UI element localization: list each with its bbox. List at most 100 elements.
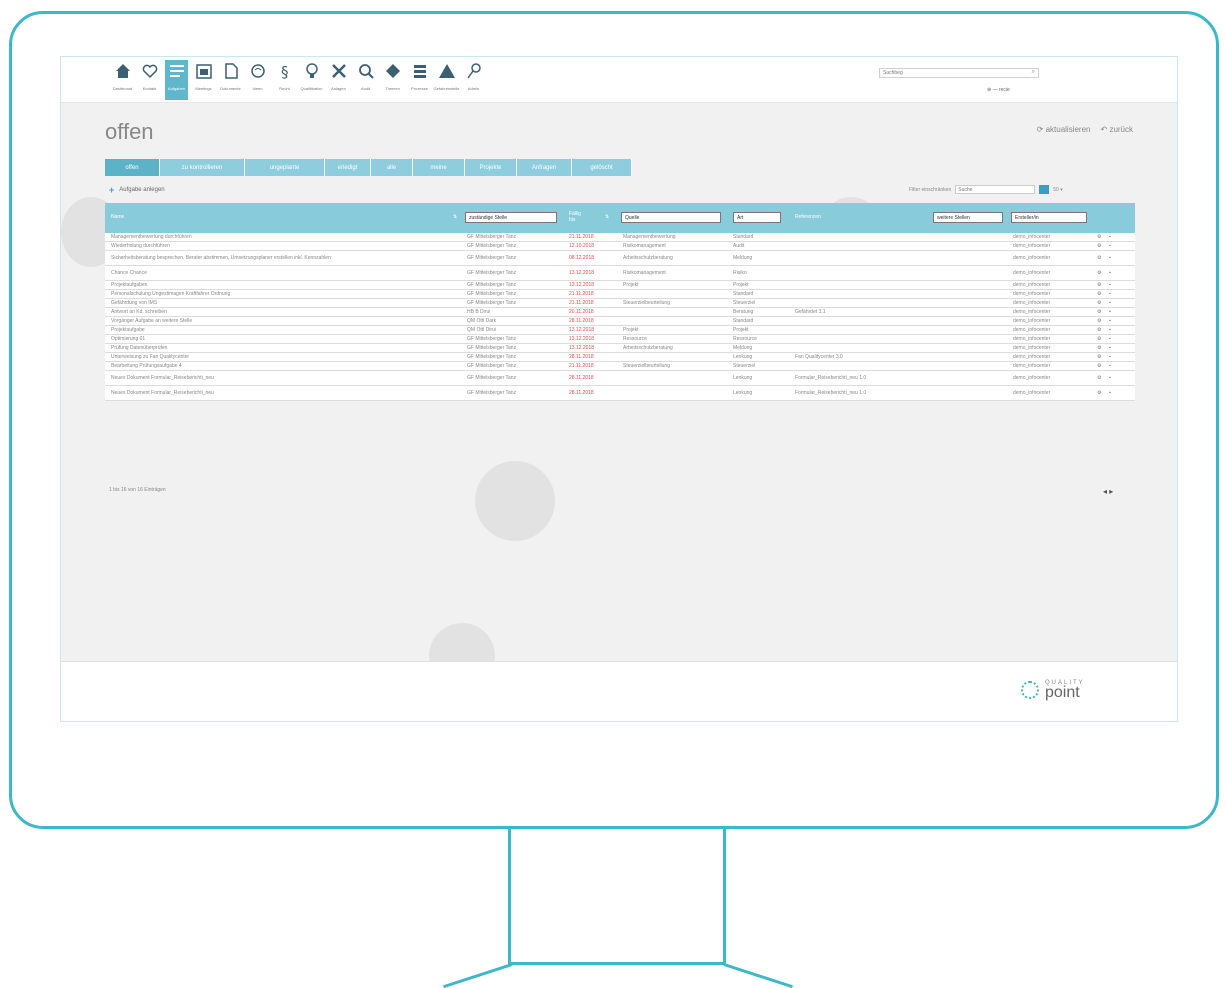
tab-ungeplante[interactable]: ungeplante <box>245 159 325 176</box>
nav-item-meetings[interactable]: Meetings <box>192 60 215 100</box>
edit-icon[interactable]: ⚙ <box>1097 270 1101 276</box>
table-row[interactable]: Wiederholung durchführen GF Mittelsberger… <box>105 242 1135 251</box>
edit-icon[interactable]: ⚙ <box>1097 327 1101 333</box>
cell-name[interactable]: Prüfung Datenüberprüfen <box>111 345 167 351</box>
cell-name[interactable]: Wiederholung durchführen <box>111 243 170 249</box>
edit-icon[interactable]: ⚙ <box>1097 363 1101 369</box>
edit-icon[interactable]: ⚙ <box>1097 354 1101 360</box>
table-row[interactable]: Projektaufgabe QM Ottl Dirui 13.12.2018 Pro… <box>105 326 1135 335</box>
back-button[interactable]: ↶ zurück <box>1101 125 1134 134</box>
delete-icon[interactable]: ▪ <box>1109 243 1111 249</box>
edit-icon[interactable]: ⚙ <box>1097 282 1101 288</box>
cell-name[interactable]: Sicherheitsberatung besprechen, Berater … <box>111 255 451 261</box>
cell-name[interactable]: Personalschulung Ungestimagen Kraftfahre… <box>111 291 230 297</box>
header-due[interactable]: Fällig bis <box>569 211 583 223</box>
nav-item-themen[interactable]: Themen <box>381 60 404 100</box>
cell-name[interactable]: Bearbeitung Prüfungsaufgabe 4 <box>111 363 182 369</box>
nav-item-admin[interactable]: Admin <box>462 60 485 100</box>
cell-name[interactable]: Optimierung 01 <box>111 336 145 342</box>
nav-item-gefahrenstelle[interactable]: Gefahrenstelle <box>434 60 460 100</box>
tab-projekte[interactable]: Projekte <box>465 159 517 176</box>
nav-item-prozesse[interactable]: Prozesse <box>408 60 431 100</box>
edit-icon[interactable]: ⚙ <box>1097 375 1101 381</box>
tab-alle[interactable]: alle <box>371 159 413 176</box>
delete-icon[interactable]: ▪ <box>1109 390 1111 396</box>
nav-item-recht[interactable]: § Recht <box>273 60 296 100</box>
cell-name[interactable]: Neues Dokument Formular_Reiseberichti_ne… <box>111 375 451 381</box>
tab-meine[interactable]: meine <box>413 159 465 176</box>
delete-icon[interactable]: ▪ <box>1109 255 1111 261</box>
sort-icon[interactable]: ⇅ <box>453 214 457 220</box>
table-row[interactable]: Managementbewertung durchführen GF Mittel… <box>105 233 1135 242</box>
table-row[interactable]: Personalschulung Ungestimagen Kraftfahre… <box>105 290 1135 299</box>
edit-icon[interactable]: ⚙ <box>1097 234 1101 240</box>
table-row[interactable]: Vorgänger Aufgabe an weitere Stelle QM Ot… <box>105 317 1135 326</box>
tab-zu-kontrollieren[interactable]: zu kontrollieren <box>160 159 245 176</box>
refresh-button[interactable]: ⟳ aktualisieren <box>1037 125 1091 134</box>
edit-icon[interactable]: ⚙ <box>1097 336 1101 342</box>
delete-icon[interactable]: ▪ <box>1109 291 1111 297</box>
nav-item-anlagen[interactable]: Anlagen <box>327 60 350 100</box>
table-row[interactable]: Optimierung 01 GF Mittelsberger Tanz 13.12… <box>105 335 1135 344</box>
edit-icon[interactable]: ⚙ <box>1097 345 1101 351</box>
sort-icon[interactable]: ⇅ <box>605 214 609 220</box>
page-size-select[interactable]: 50 ▾ <box>1053 187 1062 193</box>
nav-item-kontakt[interactable]: Kontakt <box>138 60 161 100</box>
table-row[interactable]: Unterweisung zu Fan Qualitycenter GF Mitt… <box>105 353 1135 362</box>
search-input[interactable]: Suchbeg ⌕ <box>879 68 1039 78</box>
delete-icon[interactable]: ▪ <box>1109 345 1111 351</box>
filter-source-select[interactable]: Quelle <box>621 212 721 223</box>
delete-icon[interactable]: ▪ <box>1109 300 1111 306</box>
delete-icon[interactable]: ▪ <box>1109 336 1111 342</box>
cell-name[interactable]: Managementbewertung durchführen <box>111 234 192 240</box>
nav-item-audit[interactable]: Audit <box>354 60 377 100</box>
tab-erledigt[interactable]: erledigt <box>325 159 371 176</box>
filter-responsible-select[interactable]: zuständige Stelle <box>465 212 557 223</box>
delete-icon[interactable]: ▪ <box>1109 282 1111 288</box>
cell-name[interactable]: Gefährdung von IMS <box>111 300 157 306</box>
nav-item-aufgaben[interactable]: Aufgaben <box>165 60 188 100</box>
tab-offen[interactable]: offen <box>105 159 160 176</box>
cell-name[interactable]: Antwort an Kd. schreiben <box>111 309 167 315</box>
cell-name[interactable]: Projektaufgabe <box>111 327 145 333</box>
table-row[interactable]: Neues Dokument Formular_Reiseberichti_ne… <box>105 371 1135 386</box>
nav-item-dokumente[interactable]: Dokumente <box>219 60 242 100</box>
table-row[interactable]: Bearbeitung Prüfungsaufgabe 4 GF Mittelsb… <box>105 362 1135 371</box>
delete-icon[interactable]: ▪ <box>1109 354 1111 360</box>
delete-icon[interactable]: ▪ <box>1109 309 1111 315</box>
delete-icon[interactable]: ▪ <box>1109 375 1111 381</box>
edit-icon[interactable]: ⚙ <box>1097 291 1101 297</box>
nav-item-ideen[interactable]: Ideen <box>246 60 269 100</box>
table-row[interactable]: Prüfung Datenüberprüfen GF Mittelsberger … <box>105 344 1135 353</box>
nav-item-dashboard[interactable]: Dashboard <box>111 60 134 100</box>
edit-icon[interactable]: ⚙ <box>1097 255 1101 261</box>
table-row[interactable]: Projektaufgaben GF Mittelsberger Tanz 13.1… <box>105 281 1135 290</box>
delete-icon[interactable]: ▪ <box>1109 270 1111 276</box>
add-task-button[interactable]: + Aufgabe anlegen <box>109 185 165 195</box>
filter-apply-button[interactable] <box>1039 185 1050 194</box>
filter-other-select[interactable]: weitere Stellen <box>933 212 1003 223</box>
cell-name[interactable]: Unterweisung zu Fan Qualitycenter <box>111 354 189 360</box>
filter-input[interactable]: Suche <box>955 185 1036 194</box>
table-row[interactable]: Neues Dokument Formular_Reiseberichti_ne… <box>105 386 1135 401</box>
delete-icon[interactable]: ▪ <box>1109 318 1111 324</box>
cell-name[interactable]: Chance Chance <box>111 270 451 276</box>
cell-name[interactable]: Neues Dokument Formular_Reiseberichti_ne… <box>111 390 451 396</box>
tab-anfragen[interactable]: Anfragen <box>517 159 572 176</box>
delete-icon[interactable]: ▪ <box>1109 363 1111 369</box>
edit-icon[interactable]: ⚙ <box>1097 309 1101 315</box>
edit-icon[interactable]: ⚙ <box>1097 318 1101 324</box>
delete-icon[interactable]: ▪ <box>1109 327 1111 333</box>
table-row[interactable]: Chance Chance GF Mittelsberger Tanz 13.12.… <box>105 266 1135 281</box>
delete-icon[interactable]: ▪ <box>1109 234 1111 240</box>
edit-icon[interactable]: ⚙ <box>1097 243 1101 249</box>
tab-gelöscht[interactable]: gelöscht <box>572 159 632 176</box>
header-name[interactable]: Name <box>111 214 124 220</box>
pagination[interactable]: ◂ ▸ <box>1103 487 1113 496</box>
cell-name[interactable]: Vorgänger Aufgabe an weitere Stelle <box>111 318 192 324</box>
search-icon[interactable]: ⌕ <box>1032 69 1035 76</box>
user-menu[interactable]: ⊕ — recie <box>987 87 1010 93</box>
table-row[interactable]: Sicherheitsberatung besprechen, Berater … <box>105 251 1135 266</box>
cell-name[interactable]: Projektaufgaben <box>111 282 147 288</box>
edit-icon[interactable]: ⚙ <box>1097 300 1101 306</box>
